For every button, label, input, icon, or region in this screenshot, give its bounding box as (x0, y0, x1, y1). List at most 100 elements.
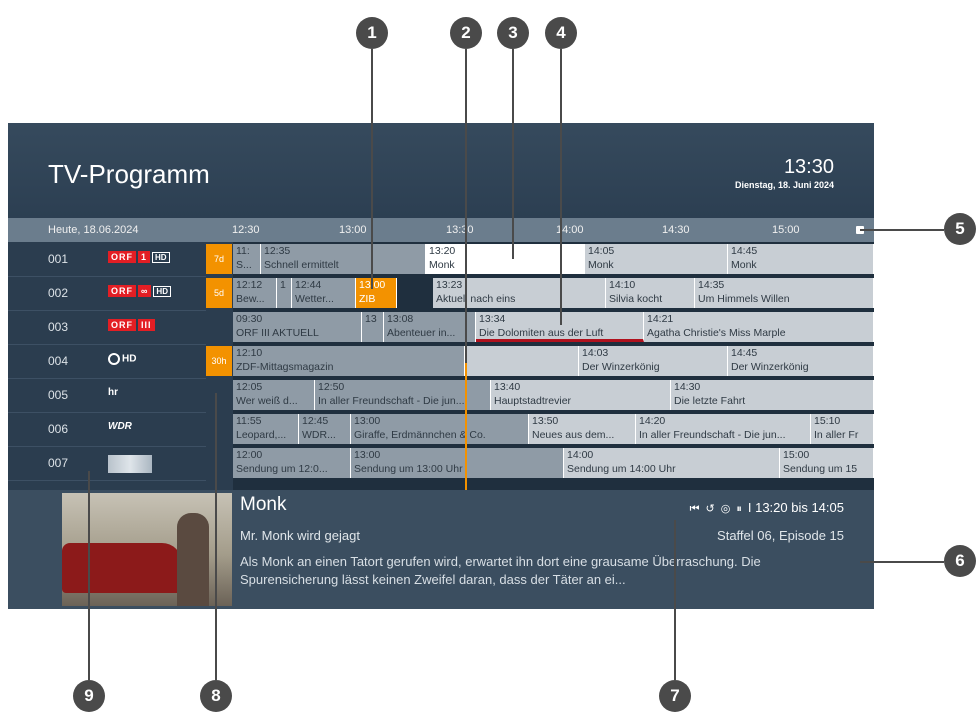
callout-badge-3: 3 (497, 17, 529, 49)
thumbnail-car (62, 543, 182, 593)
program-cell[interactable]: 13 (362, 312, 384, 342)
program-cell[interactable]: 14:20 In aller Freundschaft - Die jun... (636, 414, 811, 444)
callout-line-9 (88, 471, 90, 680)
season-episode: Staffel 06, Episode 15 (717, 528, 844, 543)
epg-row: 11: S... 12:35 Schnell ermittelt 13:20 Monk… (233, 242, 874, 276)
program-cell[interactable]: 13:00 Sendung um 13:00 Uhr (351, 448, 564, 478)
program-description: Als Monk an einen Tatort gerufen wird, e… (240, 554, 761, 587)
program-cell[interactable]: 13:00 Giraffe, Erdmännchen & Co. (351, 414, 529, 444)
program-cell[interactable]: 12:35 Schnell ermittelt (261, 244, 426, 274)
callout-badge-9: 9 (73, 680, 105, 712)
channel-row[interactable]: 003 ORF III (8, 310, 206, 345)
program-cell[interactable]: 15:10 In aller Fr (811, 414, 874, 444)
program-cell[interactable]: 11:55 Leopard,... (233, 414, 299, 444)
program-title: Monk (240, 494, 287, 515)
zdf-logo-icon (108, 353, 120, 365)
timeline-tick: 15:00 (772, 224, 800, 236)
episode-title: Mr. Monk wird gejagt (240, 528, 360, 543)
program-cell[interactable]: 15:00 Sendung um 15 (780, 448, 874, 478)
channel-logo: HD (108, 353, 136, 365)
program-cell[interactable]: 13:23 Aktuell nach eins (433, 278, 606, 308)
timeline-day: Heute, 18.06.2024 (48, 224, 139, 236)
skip-back-icon[interactable]: ⏮ (690, 503, 700, 516)
program-cell[interactable]: 12:10 ZDF-Mittagsmagazin (233, 346, 465, 376)
program-cell-highlighted[interactable]: 13:00ZIB (356, 278, 397, 308)
header: TV-Programm 13:30 Dienstag, 18. Juni 202… (8, 123, 874, 218)
callout-line-2 (465, 49, 467, 363)
callout-badge-7: 7 (659, 680, 691, 712)
callout-badge-8: 8 (200, 680, 232, 712)
channel-row[interactable]: 007 (8, 446, 206, 481)
timeline-bar[interactable]: Heute, 18.06.2024 12:30 13:00 13:30 14:0… (8, 218, 874, 242)
program-time: ⏮ ↺ ◎ ⏸ I 13:20 bis 14:05 (690, 500, 844, 516)
callout-line-6 (860, 561, 944, 563)
channel-number: 001 (48, 252, 69, 266)
replay-badge: 5d (206, 278, 232, 308)
program-cell[interactable]: 14:45 Monk (728, 244, 874, 274)
program-cell[interactable]: 12:12 Bew... (233, 278, 277, 308)
epg-row: 11:55 Leopard,... 12:45 WDR... 13:00 Giraff… (233, 412, 874, 446)
program-cell[interactable]: 12:00 Sendung um 12:0... (233, 448, 351, 478)
program-cell[interactable]: 14:30 Die letzte Fahrt (671, 380, 874, 410)
program-cell[interactable]: 1 (277, 278, 292, 308)
program-cell[interactable]: 14:21 Agatha Christie's Miss Marple (644, 312, 874, 342)
callout-line-4 (560, 49, 562, 325)
program-cell-selected[interactable]: 13:20 Monk (426, 244, 466, 274)
callout-line-1 (371, 49, 373, 289)
program-cell[interactable]: 14:00 Sendung um 14:00 Uhr (564, 448, 780, 478)
program-cell[interactable]: 12:45 WDR... (299, 414, 351, 444)
current-date: Dienstag, 18. Juni 2024 (734, 180, 834, 190)
program-cell[interactable]: 14:03 Der Winzerkönig (579, 346, 728, 376)
channel-number: 007 (48, 456, 69, 470)
channel-row[interactable]: 006 WDR (8, 412, 206, 447)
program-cell[interactable]: 14:45 Der Winzerkönig (728, 346, 874, 376)
program-cell-selected[interactable] (466, 244, 585, 274)
program-cell[interactable]: 09:30 ORF III AKTUELL (233, 312, 362, 342)
callout-badge-1: 1 (356, 17, 388, 49)
channel-number: 004 (48, 354, 69, 368)
replay-badge: 7d (206, 244, 232, 274)
channel-logo: ORF ∞ HD (108, 285, 171, 297)
timeline-tick: 12:30 (232, 224, 260, 236)
timeline-tick: 13:30 (446, 224, 474, 236)
program-cell[interactable]: 12:10 (465, 346, 579, 376)
epg-row: 09:30 ORF III AKTUELL 13 13:08 Abenteuer i… (233, 310, 874, 344)
thumbnail-person (177, 513, 209, 606)
program-cell[interactable]: 12:05 Wer weiß d... (233, 380, 315, 410)
replay-badge: 30h (206, 346, 232, 376)
channel-number: 002 (48, 286, 69, 300)
channel-row[interactable]: 001 ORF 1 HD (8, 242, 206, 277)
channel-row[interactable]: 005 hr (8, 378, 206, 413)
record-icon[interactable]: ◎ (721, 502, 731, 515)
callout-line-8 (215, 393, 217, 680)
channel-number: 005 (48, 388, 69, 402)
channel-number: 006 (48, 422, 69, 436)
epg-row: 12:12Bew... 1 12:44Wetter... 13:00ZIB 13… (233, 276, 874, 310)
callout-line-7 (674, 520, 676, 680)
callout-badge-4: 4 (545, 17, 577, 49)
program-cell[interactable]: 13:40 Hauptstadtrevier (491, 380, 671, 410)
epg-row: 12:10ZDF-Mittagsmagazin 12:10 14:03Der W… (233, 344, 874, 378)
channel-logo-blurred (108, 455, 152, 476)
program-cell[interactable]: 14:05 Monk (585, 244, 728, 274)
program-cell[interactable]: 12:44 Wetter... (292, 278, 356, 308)
epg-grid: 11: S... 12:35 Schnell ermittelt 13:20 Monk… (233, 242, 874, 490)
channel-logo: hr (108, 387, 118, 398)
channel-number: 003 (48, 320, 69, 334)
program-cell[interactable]: 13:08 Abenteuer in... (384, 312, 476, 342)
pause-icon[interactable]: ⏸ (736, 503, 742, 516)
timeline-tick: 14:30 (662, 224, 690, 236)
channel-row[interactable]: 002 ORF ∞ HD (8, 276, 206, 311)
epg-row: 12:05 Wer weiß d... 12:50 In aller Freunds… (233, 378, 874, 412)
program-cell[interactable]: 11: S... (233, 244, 261, 274)
restart-icon[interactable]: ↺ (706, 502, 715, 515)
program-cell[interactable]: 13:50 Neues aus dem... (529, 414, 636, 444)
page-title: TV-Programm (48, 159, 210, 189)
channel-logo: WDR (108, 421, 132, 432)
channel-row[interactable]: 004 HD (8, 344, 206, 379)
program-cell[interactable]: 14:10 Silvia kocht (606, 278, 695, 308)
clock: 13:30 (783, 156, 834, 178)
tv-guide-screen: TV-Programm 13:30 Dienstag, 18. Juni 202… (8, 123, 874, 609)
program-cell[interactable]: 14:35 Um Himmels Willen (695, 278, 874, 308)
epg-row: 12:00 Sendung um 12:0... 13:00 Sendung um … (233, 446, 874, 480)
